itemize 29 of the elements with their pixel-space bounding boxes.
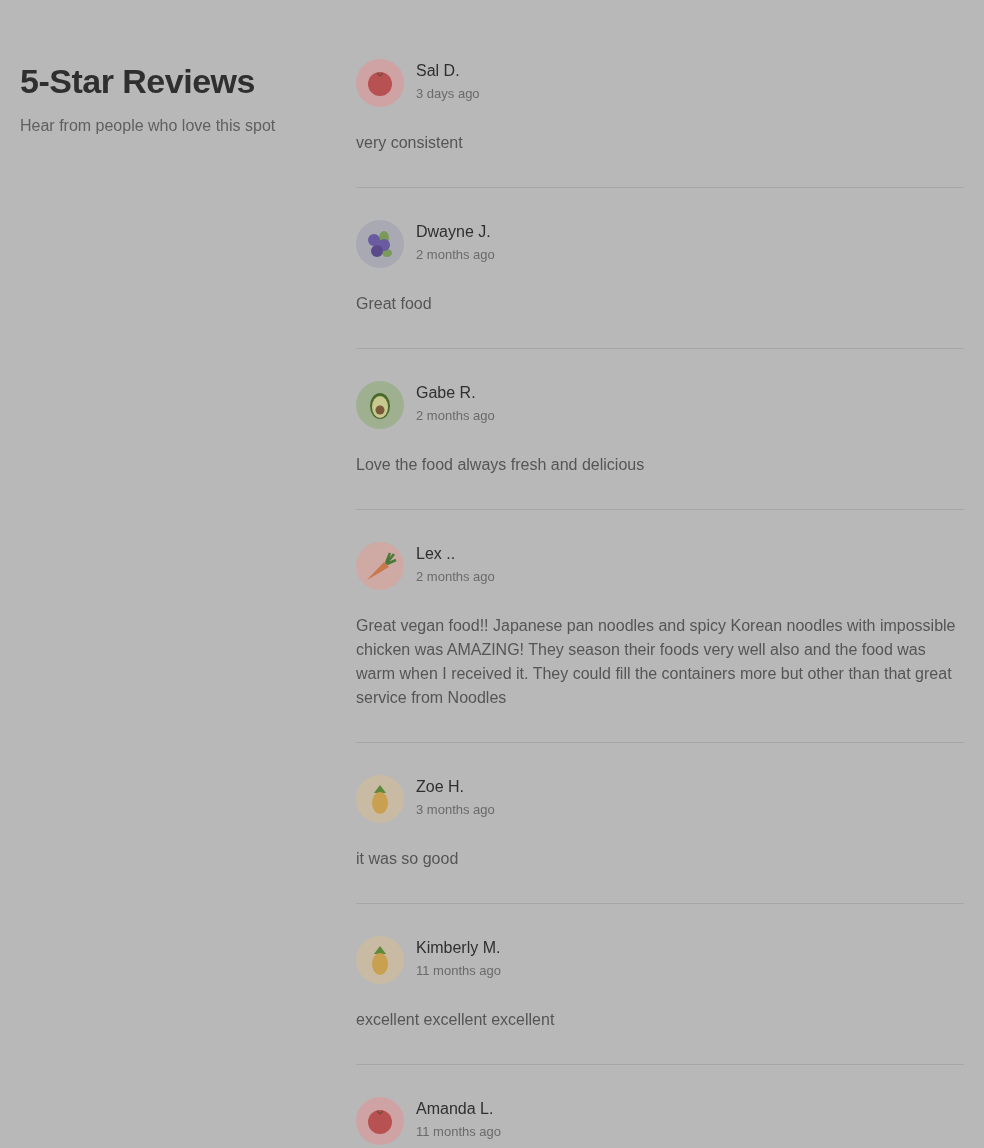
review-time: 2 months ago xyxy=(416,408,495,423)
pineapple-avatar-icon xyxy=(356,775,404,823)
reviewer-name: Kimberly M. xyxy=(416,938,502,958)
review-text: it was so good xyxy=(356,849,460,869)
review-text: Love the food always fresh and delicious xyxy=(356,455,646,475)
tomato-avatar-icon xyxy=(356,59,404,107)
review-time: 11 months ago xyxy=(416,1124,502,1139)
review-text: Great vegan food!! Japanese pan noodles and spicy Korean noodles with impossible chicken was AMAZING! They season their foods very well also and the food was warm when I received it. They could fill the containers more but other than that great service from Noodles xyxy=(356,616,957,708)
blueberry-avatar-icon xyxy=(356,220,404,268)
reviewer-name: Gabe R. xyxy=(416,383,477,403)
page-title: 5-Star Reviews xyxy=(20,61,256,101)
pineapple-avatar-icon xyxy=(356,936,404,984)
reviewer-name: Zoe H. xyxy=(416,777,465,797)
reviewer-name: Sal D. xyxy=(416,61,461,81)
review-text: Great food xyxy=(356,294,433,314)
reviewer-name: Lex .. xyxy=(416,544,457,564)
review-time: 11 months ago xyxy=(416,963,502,978)
review-time: 3 months ago xyxy=(416,802,495,817)
review-time: 2 months ago xyxy=(416,247,495,262)
carrot-avatar-icon xyxy=(356,542,404,590)
review-time: 3 days ago xyxy=(416,86,480,101)
avocado-avatar-icon xyxy=(356,381,404,429)
review-time: 2 months ago xyxy=(416,569,495,584)
reviewer-name: Amanda L. xyxy=(416,1099,495,1119)
reviewer-name: Dwayne J. xyxy=(416,222,492,242)
page-subtitle: Hear from people who love this spot xyxy=(20,117,277,135)
review-text: excellent excellent excellent xyxy=(356,1010,556,1030)
review-text: very consistent xyxy=(356,133,464,153)
tomato-avatar-icon xyxy=(356,1097,404,1145)
